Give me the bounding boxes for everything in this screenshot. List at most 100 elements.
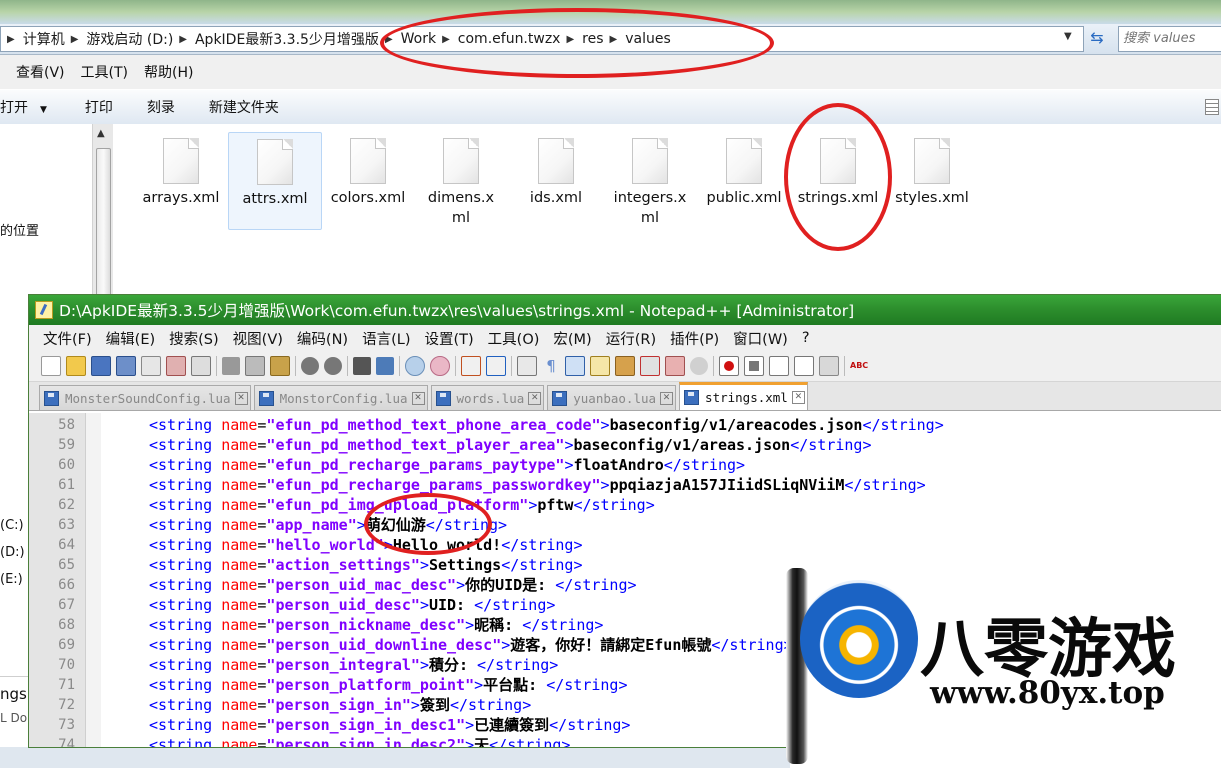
zoom-in-icon[interactable] — [405, 356, 425, 376]
new-folder-button[interactable]: 新建文件夹 — [209, 97, 279, 117]
npp-menu-language[interactable]: 语言(L) — [362, 328, 410, 349]
file-item-attrs[interactable]: attrs.xml — [228, 132, 322, 230]
show-all-chars-icon[interactable]: ¶ — [542, 357, 560, 375]
new-file-icon[interactable] — [41, 356, 61, 376]
npp-menu-tools[interactable]: 工具(O) — [488, 328, 540, 349]
code-line[interactable]: 59 <string name="efun_pd_method_text_play… — [29, 435, 1221, 455]
xml-close-tag: </string> — [549, 716, 631, 734]
code-line[interactable]: 62 <string name="efun_pd_img_upload_platf… — [29, 495, 1221, 515]
xml-string-element: <string name="person_integral">積分: </str… — [149, 655, 558, 675]
record-macro-icon[interactable] — [719, 356, 739, 376]
npp-menu-help[interactable]: ? — [802, 330, 810, 346]
close-icon[interactable]: ✕ — [660, 391, 674, 405]
search-box[interactable] — [1118, 26, 1221, 52]
close-icon[interactable]: ✕ — [791, 391, 805, 404]
npp-menu-macro[interactable]: 宏(M) — [553, 328, 591, 349]
file-item-arrays[interactable]: arrays.xml — [135, 132, 227, 208]
npp-menu-plugins[interactable]: 插件(P) — [670, 328, 719, 349]
replace-icon[interactable] — [376, 357, 394, 375]
npp-menu-edit[interactable]: 编辑(E) — [106, 328, 155, 349]
stop-macro-icon[interactable] — [744, 356, 764, 376]
close-icon[interactable]: ✕ — [528, 391, 542, 405]
npp-menu-file[interactable]: 文件(F) — [43, 328, 92, 349]
breadcrumb-item-res[interactable]: ▶ res — [560, 31, 603, 47]
tab-monstersoundconfig[interactable]: MonsterSoundConfig.lua ✕ — [39, 385, 251, 410]
nav-drive-d[interactable]: (D:) — [0, 545, 25, 560]
menu-tools[interactable]: 工具(T) — [81, 62, 128, 82]
breadcrumb-item-computer[interactable]: ▶ 计算机 — [1, 29, 65, 49]
npp-menu-run[interactable]: 运行(R) — [606, 328, 656, 349]
paste-icon[interactable] — [270, 356, 290, 376]
tab-strings[interactable]: strings.xml ✕ — [679, 382, 808, 410]
spell-check-icon[interactable]: ABC — [850, 357, 868, 375]
tab-yuanbao[interactable]: yuanbao.lua ✕ — [547, 385, 677, 410]
breadcrumb-item-apkide[interactable]: ▶ ApkIDE最新3.3.5少月增强版 — [173, 29, 379, 49]
open-file-icon[interactable] — [66, 356, 86, 376]
file-item-dimens[interactable]: dimens.xml — [416, 132, 506, 228]
npp-menu-settings[interactable]: 设置(T) — [424, 328, 473, 349]
save-all-icon[interactable] — [116, 356, 136, 376]
sync-horizontal-icon[interactable] — [486, 356, 506, 376]
close-icon[interactable]: ✕ — [234, 391, 248, 405]
nav-drive-c[interactable]: (C:) — [0, 518, 24, 533]
file-item-colors[interactable]: colors.xml — [322, 132, 414, 208]
file-item-ids[interactable]: ids.xml — [510, 132, 602, 208]
play-multiple-macro-icon[interactable] — [794, 356, 814, 376]
code-line[interactable]: 58 <string name="efun_pd_method_text_phon… — [29, 415, 1221, 435]
doc-map-icon[interactable] — [615, 356, 635, 376]
cut-icon[interactable] — [222, 357, 240, 375]
menu-view[interactable]: 查看(V) — [16, 62, 65, 82]
tab-words[interactable]: words.lua ✕ — [430, 385, 545, 410]
tab-monstorconfig[interactable]: MonstorConfig.lua ✕ — [253, 385, 428, 410]
code-line[interactable]: 60 <string name="efun_pd_recharge_params_… — [29, 455, 1221, 475]
function-list-icon[interactable] — [640, 356, 660, 376]
menu-help[interactable]: 帮助(H) — [144, 62, 193, 82]
file-item-strings[interactable]: strings.xml — [792, 132, 884, 208]
close-all-icon[interactable] — [166, 356, 186, 376]
breadcrumb-item-work[interactable]: ▶ Work — [379, 31, 436, 47]
folder-workspace-icon[interactable] — [665, 356, 685, 376]
breadcrumb[interactable]: ▶ 计算机 ▶ 游戏启动 (D:) ▶ ApkIDE最新3.3.5少月增强版 ▶ Wor… — [0, 26, 1084, 52]
play-macro-icon[interactable] — [769, 356, 789, 376]
layout-icon[interactable] — [1205, 99, 1219, 115]
print-button[interactable]: 打印 — [85, 97, 113, 117]
monitor-icon[interactable] — [690, 357, 708, 375]
address-dropdown-icon[interactable]: ▼ — [1064, 31, 1072, 42]
breadcrumb-item-drive-d[interactable]: ▶ 游戏启动 (D:) — [65, 29, 174, 49]
breadcrumb-item-package[interactable]: ▶ com.efun.twzx — [436, 31, 560, 47]
refresh-icon[interactable]: ⇆ — [1086, 28, 1108, 48]
sync-vertical-icon[interactable] — [461, 356, 481, 376]
burn-button[interactable]: 刻录 — [147, 97, 175, 117]
breadcrumb-item-values[interactable]: ▶ values — [604, 31, 671, 47]
xml-open-tag: <string — [149, 516, 222, 534]
copy-icon[interactable] — [245, 356, 265, 376]
zoom-out-icon[interactable] — [430, 356, 450, 376]
code-line[interactable]: 64 <string name="hello_world">Hello world… — [29, 535, 1221, 555]
open-button[interactable]: 打开 ▼ — [0, 97, 47, 117]
npp-menu-search[interactable]: 搜索(S) — [169, 328, 219, 349]
search-input[interactable] — [1119, 27, 1221, 49]
undo-icon[interactable] — [301, 357, 319, 375]
save-icon[interactable] — [91, 356, 111, 376]
nav-drive-e[interactable]: (E:) — [0, 572, 23, 587]
close-icon[interactable]: ✕ — [411, 391, 425, 405]
file-item-styles[interactable]: styles.xml — [886, 132, 978, 208]
code-line[interactable]: 63 <string name="app_name">萌幻仙游</string> — [29, 515, 1221, 535]
file-item-public[interactable]: public.xml — [698, 132, 790, 208]
npp-menu-window[interactable]: 窗口(W) — [733, 328, 788, 349]
npp-menu-encoding[interactable]: 编码(N) — [297, 328, 348, 349]
language-icon[interactable] — [590, 356, 610, 376]
npp-menu-view[interactable]: 视图(V) — [233, 328, 283, 349]
scroll-up-icon[interactable]: ▲ — [97, 128, 105, 139]
line-number: 58 — [58, 417, 75, 433]
close-file-icon[interactable] — [141, 356, 161, 376]
code-line[interactable]: 61 <string name="efun_pd_recharge_params_… — [29, 475, 1221, 495]
find-icon[interactable] — [353, 357, 371, 375]
word-wrap-icon[interactable] — [517, 356, 537, 376]
print-icon[interactable] — [191, 356, 211, 376]
save-macro-icon[interactable] — [819, 356, 839, 376]
file-item-integers[interactable]: integers.xml — [604, 132, 696, 228]
redo-icon[interactable] — [324, 357, 342, 375]
address-bar: ▶ 计算机 ▶ 游戏启动 (D:) ▶ ApkIDE最新3.3.5少月增强版 ▶ Wor… — [0, 24, 1221, 55]
indent-guide-icon[interactable] — [565, 356, 585, 376]
